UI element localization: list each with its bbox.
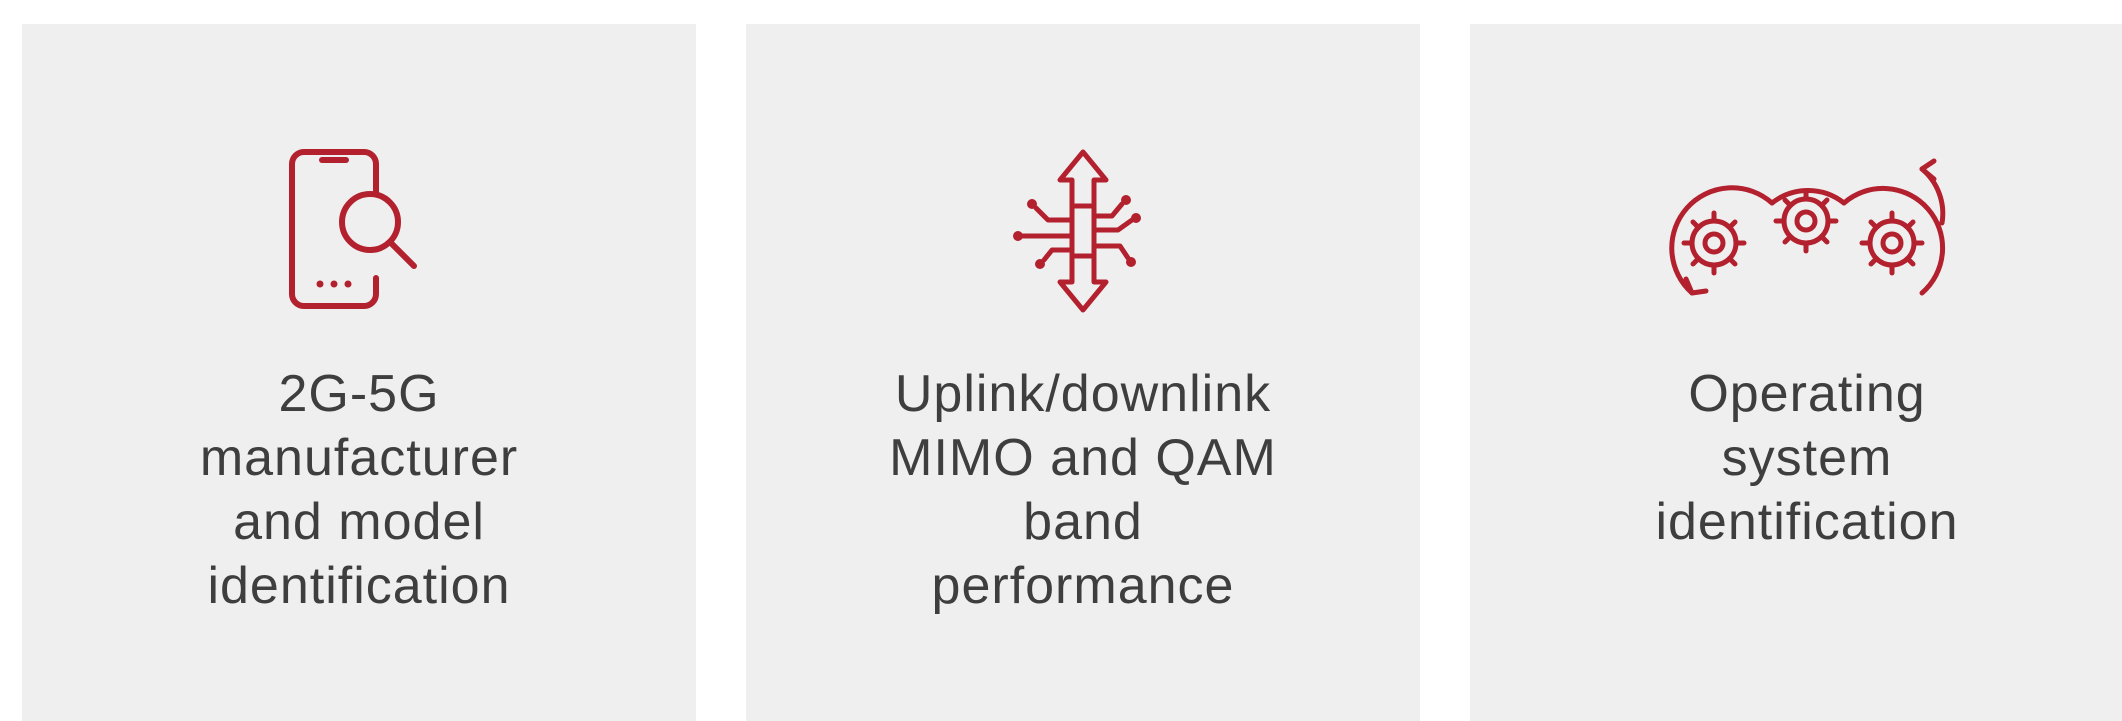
uplink-downlink-circuit-icon (746, 136, 1420, 326)
caption-line: manufacturer (199, 429, 519, 487)
feature-caption: 2G-5G manufacturer and model identificat… (22, 362, 696, 618)
caption-line: Uplink/downlink (894, 365, 1272, 423)
caption-line: MIMO and QAM (889, 429, 1277, 487)
caption-line: system (1721, 429, 1893, 487)
caption-line: 2G-5G (278, 365, 440, 423)
feature-caption: Uplink/downlink MIMO and QAM band perfor… (746, 362, 1420, 618)
phone-search-icon (22, 136, 696, 326)
caption-line: identification (1655, 493, 1959, 551)
feature-card-device-identification: 2G-5G manufacturer and model identificat… (22, 24, 696, 721)
caption-line: band (1023, 493, 1143, 551)
feature-caption: Operating system identification (1470, 362, 2122, 554)
feature-card-mimo-qam: Uplink/downlink MIMO and QAM band perfor… (746, 24, 1420, 721)
caption-line: and model (233, 493, 485, 551)
caption-line: performance (931, 557, 1235, 615)
feature-card-os-identification: Operating system identification (1470, 24, 2122, 721)
caption-line: Operating (1688, 365, 1926, 423)
caption-line: identification (207, 557, 511, 615)
gears-cycle-icon (1470, 136, 2122, 326)
